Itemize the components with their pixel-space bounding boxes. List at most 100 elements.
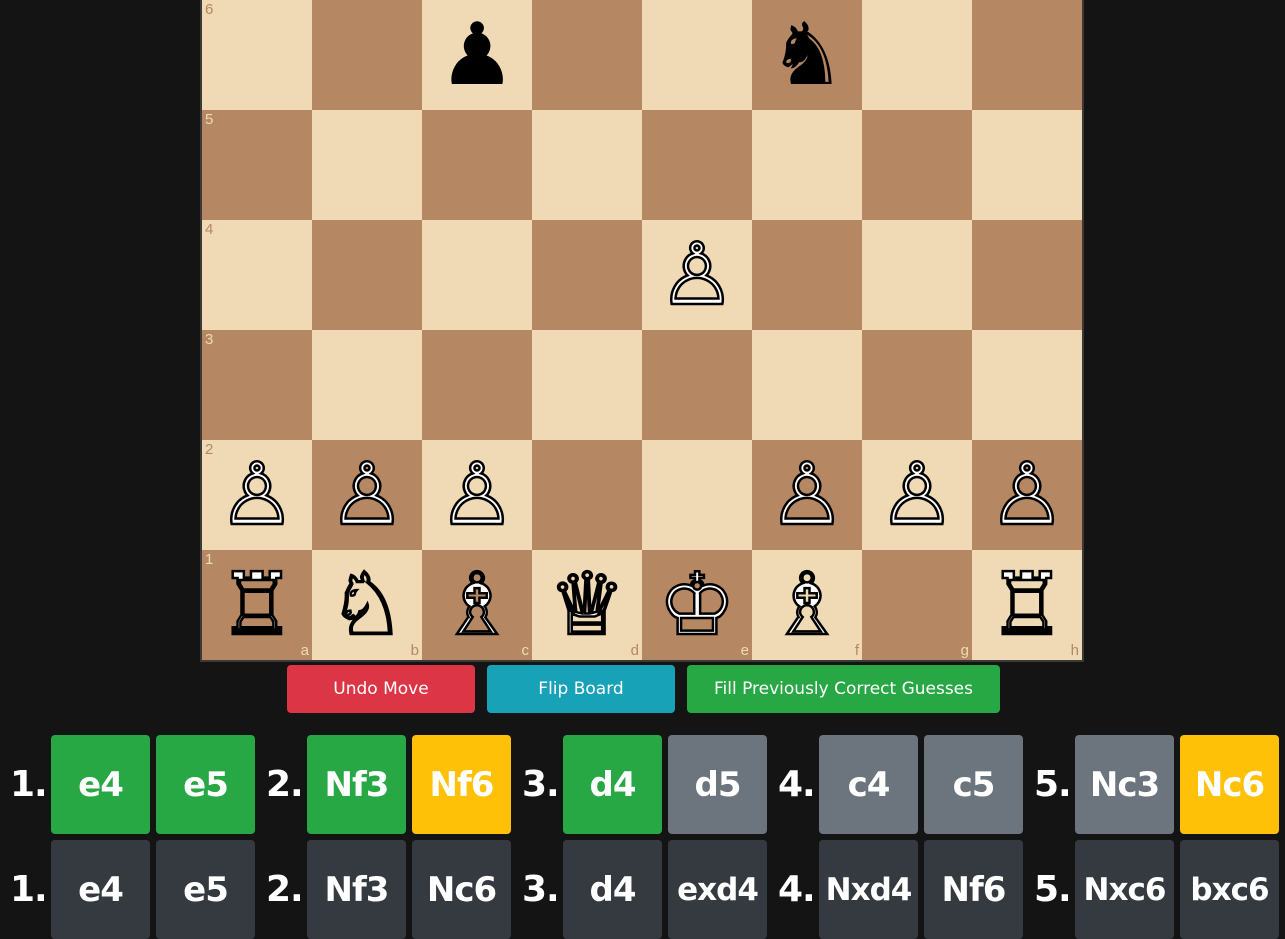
square-d2[interactable]: [532, 440, 642, 550]
square-g6[interactable]: [862, 0, 972, 110]
square-h5[interactable]: [972, 110, 1082, 220]
square-a6[interactable]: 6: [202, 0, 312, 110]
square-e5[interactable]: [642, 110, 752, 220]
white-king-icon[interactable]: ♔: [642, 550, 752, 660]
file-label: g: [960, 642, 969, 659]
square-f6[interactable]: ♞: [752, 0, 862, 110]
square-e4[interactable]: ♙: [642, 220, 752, 330]
white-knight-icon[interactable]: ♘: [312, 550, 422, 660]
square-b6[interactable]: [312, 0, 422, 110]
white-pawn-icon[interactable]: ♙: [312, 440, 422, 550]
square-d5[interactable]: [532, 110, 642, 220]
answer-tile[interactable]: exd4: [668, 840, 767, 939]
square-d4[interactable]: [532, 220, 642, 330]
guess-tile-correct[interactable]: e4: [51, 735, 150, 834]
square-e1[interactable]: e ♔: [642, 550, 752, 660]
square-f3[interactable]: [752, 330, 862, 440]
square-a3[interactable]: 3: [202, 330, 312, 440]
black-knight-icon[interactable]: ♞: [752, 0, 862, 110]
white-pawn-icon[interactable]: ♙: [642, 220, 752, 330]
square-h2[interactable]: ♙: [972, 440, 1082, 550]
control-bar: Undo Move Flip Board Fill Previously Cor…: [0, 665, 1285, 713]
fill-correct-guesses-button[interactable]: Fill Previously Correct Guesses: [687, 665, 1000, 713]
square-b2[interactable]: ♙: [312, 440, 422, 550]
white-rook-icon[interactable]: ♖: [202, 550, 312, 660]
square-g4[interactable]: [862, 220, 972, 330]
white-pawn-icon[interactable]: ♙: [752, 440, 862, 550]
move-number: 5.: [1034, 869, 1072, 910]
square-b1[interactable]: b ♘: [312, 550, 422, 660]
rank-label: 3: [205, 331, 214, 348]
answer-tile[interactable]: Nc6: [412, 840, 511, 939]
white-pawn-icon[interactable]: ♙: [972, 440, 1082, 550]
answer-tile[interactable]: d4: [563, 840, 662, 939]
guess-tile-wrong[interactable]: Nc3: [1075, 735, 1174, 834]
white-bishop-icon[interactable]: ♗: [752, 550, 862, 660]
answer-tile[interactable]: e5: [156, 840, 255, 939]
guess-tile-misplaced[interactable]: Nf6: [412, 735, 511, 834]
white-pawn-icon[interactable]: ♙: [862, 440, 972, 550]
square-c6[interactable]: ♟: [422, 0, 532, 110]
square-h6[interactable]: [972, 0, 1082, 110]
square-f1[interactable]: f ♗: [752, 550, 862, 660]
guess-move-row: 1. e4 e5 2. Nf3 Nf6 3. d4 d5 4. c4 c5 5. Nc3 Nc6: [0, 735, 1285, 834]
answer-tile[interactable]: Nf6: [924, 840, 1023, 939]
square-g1[interactable]: g: [862, 550, 972, 660]
square-c3[interactable]: [422, 330, 532, 440]
answer-tile[interactable]: e4: [51, 840, 150, 939]
square-a4[interactable]: 4: [202, 220, 312, 330]
black-pawn-icon[interactable]: ♟: [422, 0, 532, 110]
square-h1[interactable]: h ♖: [972, 550, 1082, 660]
square-a2[interactable]: 2 ♙: [202, 440, 312, 550]
square-h3[interactable]: [972, 330, 1082, 440]
white-bishop-icon[interactable]: ♗: [422, 550, 532, 660]
rank-label: 6: [205, 1, 214, 18]
square-d6[interactable]: [532, 0, 642, 110]
move-number: 3.: [522, 869, 560, 910]
guess-tile-wrong[interactable]: d5: [668, 735, 767, 834]
answer-tile[interactable]: bxc6: [1180, 840, 1279, 939]
square-f2[interactable]: ♙: [752, 440, 862, 550]
answer-tile[interactable]: Nf3: [307, 840, 406, 939]
square-h4[interactable]: [972, 220, 1082, 330]
move-number: 4.: [778, 869, 816, 910]
square-b4[interactable]: [312, 220, 422, 330]
guess-tile-correct[interactable]: e5: [156, 735, 255, 834]
square-b3[interactable]: [312, 330, 422, 440]
white-pawn-icon[interactable]: ♙: [202, 440, 312, 550]
white-rook-icon[interactable]: ♖: [972, 550, 1082, 660]
white-queen-icon[interactable]: ♕: [532, 550, 642, 660]
square-c1[interactable]: c ♗: [422, 550, 532, 660]
white-pawn-icon[interactable]: ♙: [422, 440, 532, 550]
square-c2[interactable]: ♙: [422, 440, 532, 550]
guess-tile-wrong[interactable]: c5: [924, 735, 1023, 834]
square-c4[interactable]: [422, 220, 532, 330]
square-a1[interactable]: 1 a ♖: [202, 550, 312, 660]
square-f4[interactable]: [752, 220, 862, 330]
flip-board-button[interactable]: Flip Board: [487, 665, 675, 713]
undo-move-button[interactable]: Undo Move: [287, 665, 475, 713]
square-c5[interactable]: [422, 110, 532, 220]
square-g2[interactable]: ♙: [862, 440, 972, 550]
square-g5[interactable]: [862, 110, 972, 220]
square-g3[interactable]: [862, 330, 972, 440]
move-number: 1.: [10, 764, 48, 805]
answer-tile[interactable]: Nxc6: [1075, 840, 1174, 939]
square-d3[interactable]: [532, 330, 642, 440]
guess-tile-correct[interactable]: d4: [563, 735, 662, 834]
move-number: 5.: [1034, 764, 1072, 805]
guess-tile-misplaced[interactable]: Nc6: [1180, 735, 1279, 834]
chess-board: 876♟♞54♙32♙♙♙♙♙♙1a♖b♘c♗d♕e♔f♗gh♖: [200, 0, 1084, 662]
move-number: 2.: [266, 869, 304, 910]
square-a5[interactable]: 5: [202, 110, 312, 220]
square-e3[interactable]: [642, 330, 752, 440]
square-b5[interactable]: [312, 110, 422, 220]
square-e6[interactable]: [642, 0, 752, 110]
answer-tile[interactable]: Nxd4: [819, 840, 918, 939]
square-e2[interactable]: [642, 440, 752, 550]
move-number: 1.: [10, 869, 48, 910]
guess-tile-wrong[interactable]: c4: [819, 735, 918, 834]
guess-tile-correct[interactable]: Nf3: [307, 735, 406, 834]
square-d1[interactable]: d ♕: [532, 550, 642, 660]
square-f5[interactable]: [752, 110, 862, 220]
